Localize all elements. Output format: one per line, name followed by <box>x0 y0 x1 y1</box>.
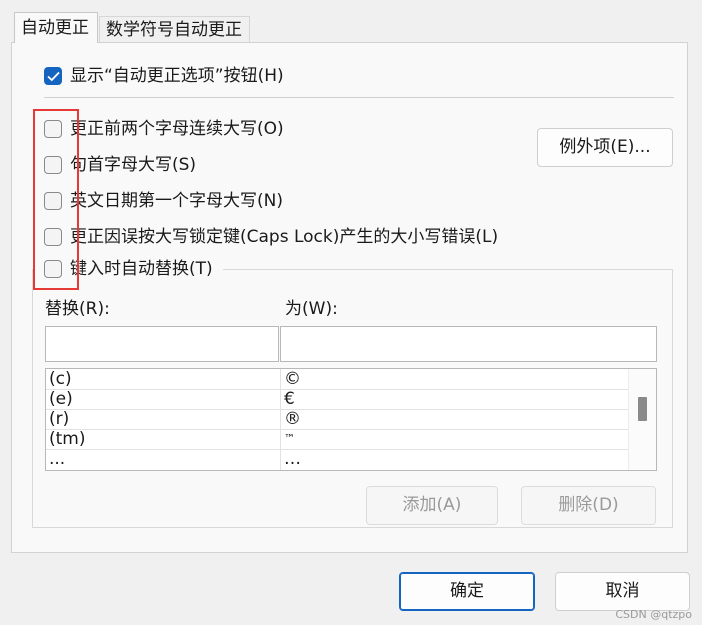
checkbox-checked-icon <box>44 67 62 85</box>
group-border <box>223 269 673 270</box>
group-border <box>32 527 673 528</box>
checkbox-icon <box>44 228 62 246</box>
option-label: 英文日期第一个字母大写(N) <box>70 191 283 211</box>
replace-input[interactable] <box>45 326 279 362</box>
option-label: 更正因误按大写锁定键(Caps Lock)产生的大小写错误(L) <box>70 227 499 247</box>
list-item-to: … <box>284 449 301 469</box>
scrollbar-thumb[interactable] <box>638 397 647 421</box>
show-autocorrect-options-label: 显示“自动更正选项”按钮(H) <box>70 66 284 86</box>
group-border <box>32 269 33 528</box>
list-item[interactable]: ... … <box>46 449 628 469</box>
separator <box>44 97 674 98</box>
replace-label: 替换(R): <box>45 299 110 319</box>
list-scrollbar[interactable] <box>628 369 656 470</box>
list-item-from: (c) <box>49 369 72 389</box>
list-item-from: (tm) <box>49 429 86 449</box>
option-label: 更正前两个字母连续大写(O) <box>70 119 284 139</box>
group-border <box>672 269 673 528</box>
option-label: 句首字母大写(S) <box>70 155 197 175</box>
list-item-from: (r) <box>49 409 70 429</box>
watermark: CSDN @qtzpo <box>615 608 692 621</box>
add-button[interactable]: 添加(A) <box>366 486 498 525</box>
list-item[interactable]: (tm) ™ <box>46 429 628 450</box>
list-item-to: ® <box>284 409 301 429</box>
tab-autocorrect[interactable]: 自动更正 <box>14 12 98 43</box>
with-input[interactable] <box>280 326 657 362</box>
tab-math-autocorrect[interactable]: 数学符号自动更正 <box>99 16 250 43</box>
list-item-to: ™ <box>284 432 295 445</box>
list-item-from: (e) <box>49 389 73 409</box>
list-item[interactable]: (c) © <box>46 369 628 390</box>
ok-button[interactable]: 确定 <box>399 572 535 611</box>
replacement-list[interactable]: (c) © (e) € (r) ® (tm) ™ ... … <box>45 368 657 471</box>
cancel-button[interactable]: 取消 <box>555 572 690 611</box>
delete-button[interactable]: 删除(D) <box>521 486 656 525</box>
list-item[interactable]: (e) € <box>46 389 628 410</box>
checkbox-icon <box>44 260 62 278</box>
option-label: 键入时自动替换(T) <box>70 259 213 279</box>
list-item-to: € <box>284 389 295 409</box>
with-label: 为(W): <box>285 299 338 319</box>
list-item-to: © <box>284 369 301 389</box>
list-item[interactable]: (r) ® <box>46 409 628 430</box>
checkbox-icon <box>44 192 62 210</box>
checkbox-icon <box>44 120 62 138</box>
exceptions-button[interactable]: 例外项(E)... <box>537 128 673 167</box>
list-item-from: ... <box>49 449 66 469</box>
checkbox-icon <box>44 156 62 174</box>
